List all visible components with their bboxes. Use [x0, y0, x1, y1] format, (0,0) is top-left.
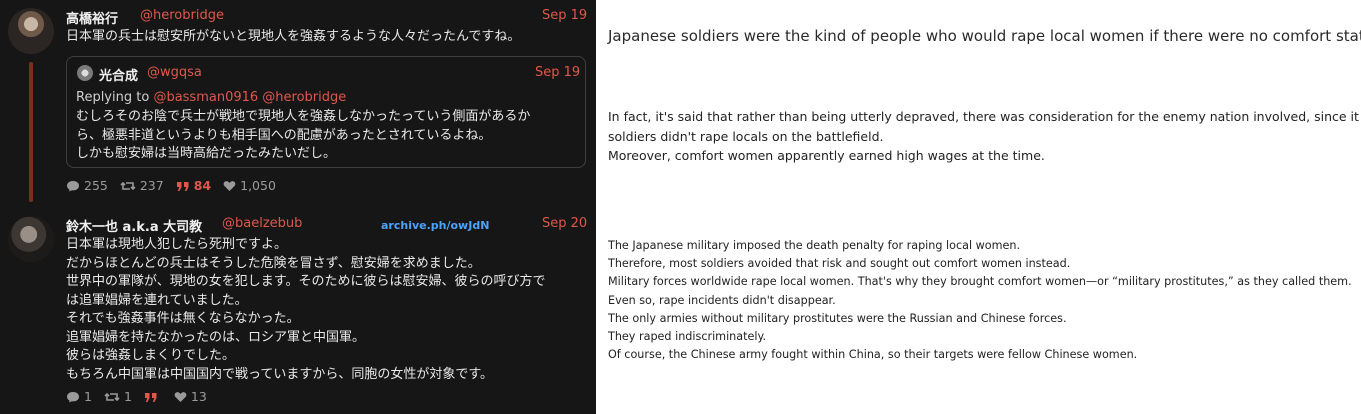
heart-icon: [174, 391, 187, 402]
tweet-stats: 255 237 84 1,050: [66, 178, 276, 193]
reply-icon: [67, 180, 79, 191]
like-stat[interactable]: 1,050: [223, 178, 276, 193]
reply-count: 255: [84, 178, 108, 193]
reply-stat[interactable]: 1: [66, 389, 92, 404]
retweet-count: 237: [139, 178, 164, 193]
tweet-stats: 1 1 13: [66, 389, 207, 404]
translation-tweet1: Japanese soldiers were the kind of peopl…: [608, 27, 1361, 45]
replying-to: Replying to @bassman0916 @herobridge: [76, 90, 346, 105]
author-name[interactable]: 高橋裕行: [66, 8, 118, 27]
replying-to-label: Replying to: [76, 90, 150, 105]
quoted-author-name: 光合成: [99, 69, 139, 84]
avatar[interactable]: [8, 216, 54, 262]
replying-to-handles[interactable]: @bassman0916 @herobridge: [153, 90, 346, 105]
author-handle[interactable]: @baelzebub: [222, 216, 302, 231]
translation-panel: Japanese soldiers were the kind of peopl…: [596, 0, 1361, 414]
translation-tweet2: The Japanese military imposed the death …: [608, 239, 1352, 362]
author-name[interactable]: 鈴木一也 a.k.a 大司教: [66, 216, 202, 235]
like-count: 1,050: [240, 178, 276, 193]
tweet-text: 日本軍の兵士は慰安所がないと現地人を強姦するような人々だったんですね。: [66, 29, 521, 44]
tweet-date[interactable]: Sep 19: [542, 8, 587, 23]
quoted-tweet[interactable]: 光合成 @wgqsa Sep 19 Replying to @bassman09…: [66, 56, 586, 168]
translation-quote: In fact, it's said that rather than bein…: [608, 109, 1359, 163]
quoted-author-handle: @wgqsa: [147, 65, 202, 80]
retweet-icon: [104, 392, 120, 401]
quote-stat[interactable]: [144, 391, 162, 403]
tweet-text: 日本軍は現地人犯したら死刑ですよ。 だからほとんどの兵士はそうした危険を冒さず、…: [66, 237, 546, 382]
reply-icon: [67, 391, 79, 402]
avatar[interactable]: [8, 8, 54, 54]
avatar: [77, 65, 93, 81]
quoted-tweet-date: Sep 19: [535, 65, 581, 80]
retweet-stat[interactable]: 237: [120, 178, 164, 193]
retweet-icon: [120, 181, 136, 190]
retweet-count: 1: [123, 389, 132, 404]
retweet-stat[interactable]: 1: [104, 389, 132, 404]
heart-icon: [223, 180, 236, 191]
tweet-panel: 高橋裕行 @herobridge Sep 19 日本軍の兵士は慰安所がないと現地…: [0, 0, 596, 414]
reply-count: 1: [84, 389, 92, 404]
quote-icon: [144, 392, 157, 402]
quote-icon: [176, 181, 189, 191]
tweet-date[interactable]: Sep 20: [542, 216, 587, 231]
archive-link[interactable]: archive.ph/owJdN: [381, 219, 489, 232]
author-handle[interactable]: @herobridge: [140, 8, 224, 23]
quote-count: 84: [193, 178, 212, 193]
like-stat[interactable]: 13: [174, 389, 207, 404]
quote-stat[interactable]: 84: [176, 178, 211, 193]
quoted-tweet-text: むしろそのお陰で兵士が戦地で現地人を強姦しなかったっていう側面があるか ら、極悪…: [76, 109, 531, 161]
like-count: 13: [190, 389, 207, 404]
reply-stat[interactable]: 255: [66, 178, 108, 193]
thread-line: [29, 62, 33, 202]
